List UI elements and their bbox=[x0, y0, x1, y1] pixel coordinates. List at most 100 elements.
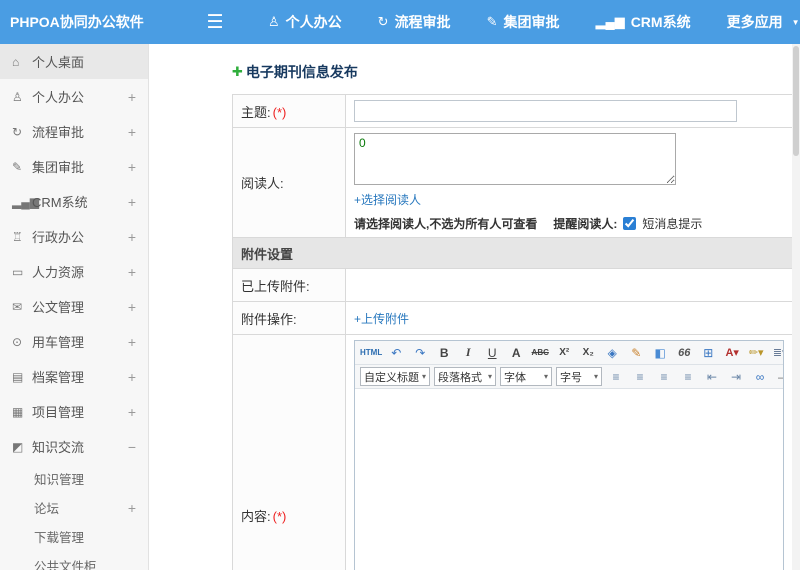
archive-icon: ▤ bbox=[12, 369, 24, 384]
remove-format-button[interactable]: ◈ bbox=[601, 342, 623, 364]
undo-button[interactable]: ↶ bbox=[385, 342, 407, 364]
sidebar-item-project-mgmt[interactable]: ▦ 项目管理 + bbox=[0, 394, 148, 429]
sidebar-item-label: 知识交流 bbox=[32, 440, 85, 455]
sidebar-item-process-approval[interactable]: ↻ 流程审批 + bbox=[0, 114, 148, 149]
required-mark: (*) bbox=[272, 508, 287, 524]
sidebar-item-knowledge-mgmt[interactable]: 知识管理 bbox=[0, 464, 148, 493]
chevron-down-icon: ▾ bbox=[487, 372, 492, 381]
sms-checkbox[interactable] bbox=[623, 217, 637, 230]
menu-toggle-icon[interactable]: ☰ bbox=[200, 11, 230, 34]
outdent-button[interactable]: ⇤ bbox=[701, 366, 723, 388]
redo-button[interactable]: ↷ bbox=[409, 342, 431, 364]
chat-icon: ◩ bbox=[12, 439, 24, 454]
expand-icon[interactable]: + bbox=[128, 264, 136, 280]
unordered-list-button[interactable]: ≣▾ bbox=[769, 342, 783, 364]
nav-process-approval[interactable]: ↻ 流程审批 bbox=[378, 12, 451, 32]
fill-color-button[interactable]: ◧ bbox=[649, 342, 671, 364]
attachment-section-header: 附件设置 bbox=[232, 237, 793, 269]
select-label: 字号 bbox=[560, 371, 582, 384]
sidebar-item-public-file-cabinet[interactable]: 公共文件柜 bbox=[0, 551, 148, 570]
publish-form: 主题: (*) 阅读人: 0 +选择阅读人 请选择阅读人,不选为所有人可查看 提醒… bbox=[232, 94, 793, 570]
readers-textarea[interactable]: 0 bbox=[354, 133, 676, 185]
edit-icon: ✎ bbox=[12, 159, 23, 174]
italic-button[interactable]: I bbox=[457, 342, 479, 364]
sidebar-item-label: 人力资源 bbox=[32, 265, 85, 280]
sidebar-item-label: 流程审批 bbox=[32, 125, 85, 140]
font-select[interactable]: 字体 ▾ bbox=[500, 367, 552, 386]
collapse-icon[interactable]: − bbox=[128, 439, 136, 455]
heading-select[interactable]: 自定义标题 ▾ bbox=[360, 367, 430, 386]
size-select[interactable]: 字号 ▾ bbox=[556, 367, 602, 386]
table-button[interactable]: ⊞ bbox=[697, 342, 719, 364]
sidebar-item-crm[interactable]: ▂▄▆ CRM系统 + bbox=[0, 184, 148, 219]
top-header: PHPOA协同办公软件 ☰ ♙ 个人办公 ↻ 流程审批 ✎ 集团审批 ▂▄▆ C… bbox=[0, 0, 800, 44]
sidebar-item-knowledge-exchange[interactable]: ◩ 知识交流 − bbox=[0, 429, 148, 464]
subject-label-cell: 主题: (*) bbox=[232, 94, 346, 128]
font-color-button[interactable]: A▾ bbox=[721, 342, 743, 364]
highlight-button[interactable]: ✏▾ bbox=[745, 342, 767, 364]
align-justify-button[interactable]: ≡ bbox=[677, 366, 699, 388]
expand-icon[interactable]: + bbox=[128, 89, 136, 105]
bar-chart-icon: ▂▄▆ bbox=[595, 14, 625, 29]
nav-personal-office[interactable]: ♙ 个人办公 bbox=[268, 12, 342, 32]
select-readers-link[interactable]: +选择阅读人 bbox=[354, 191, 421, 208]
expand-icon[interactable]: + bbox=[128, 369, 136, 385]
sidebar-item-download-mgmt[interactable]: 下载管理 bbox=[0, 522, 148, 551]
sidebar-item-forum[interactable]: 论坛 + bbox=[0, 493, 148, 522]
link-button[interactable]: ∞ bbox=[749, 366, 771, 388]
underline-button[interactable]: U bbox=[481, 342, 503, 364]
sidebar-item-hr[interactable]: ▭ 人力资源 + bbox=[0, 254, 148, 289]
chevron-down-icon: ▼ bbox=[791, 17, 800, 27]
refresh-icon: ↻ bbox=[377, 14, 389, 29]
blockquote-button[interactable]: 66 bbox=[673, 342, 695, 364]
chevron-down-icon: ▾ bbox=[593, 372, 598, 381]
readers-hint-line: 请选择阅读人,不选为所有人可查看 提醒阅读人: 短消息提示 bbox=[354, 215, 784, 232]
subscript-button[interactable]: X₂ bbox=[577, 342, 599, 364]
expand-icon[interactable]: + bbox=[128, 334, 136, 350]
align-left-button[interactable]: ≡ bbox=[605, 366, 627, 388]
editor-content-area[interactable] bbox=[355, 389, 783, 570]
align-center-button[interactable]: ≡ bbox=[629, 366, 651, 388]
sidebar-item-personal-office[interactable]: ♙ 个人办公 + bbox=[0, 79, 148, 114]
source-button[interactable]: HTML bbox=[359, 342, 383, 364]
upload-attachment-link[interactable]: +上传附件 bbox=[354, 312, 409, 326]
align-right-button[interactable]: ≡ bbox=[653, 366, 675, 388]
subject-label: 主题: bbox=[241, 104, 271, 120]
expand-icon[interactable]: + bbox=[128, 124, 136, 140]
rich-text-editor: HTML ↶ ↷ B I U A ABC X² X₂ ◈ ✎ ◧ 66 ⊞ A▾… bbox=[354, 340, 784, 570]
expand-icon[interactable]: + bbox=[128, 299, 136, 315]
select-label: 字体 bbox=[504, 371, 526, 384]
format-painter-button[interactable]: ✎ bbox=[625, 342, 647, 364]
sidebar: ⌂ 个人桌面 ♙ 个人办公 + ↻ 流程审批 + ✎ 集团审批 + ▂▄▆ CR… bbox=[0, 44, 149, 570]
expand-icon[interactable]: + bbox=[128, 500, 136, 516]
paragraph-select[interactable]: 段落格式 ▾ bbox=[434, 367, 496, 386]
sidebar-item-vehicle-mgmt[interactable]: ⊙ 用车管理 + bbox=[0, 324, 148, 359]
edit-icon: ✎ bbox=[486, 14, 498, 29]
expand-icon[interactable]: + bbox=[128, 194, 136, 210]
uploaded-label: 已上传附件: bbox=[232, 268, 346, 302]
superscript-button[interactable]: X² bbox=[553, 342, 575, 364]
scrollbar-thumb[interactable] bbox=[793, 46, 799, 156]
strikethrough-button[interactable]: ABC bbox=[529, 342, 551, 364]
sidebar-item-group-approval[interactable]: ✎ 集团审批 + bbox=[0, 149, 148, 184]
page-scrollbar[interactable] bbox=[792, 44, 800, 570]
indent-button[interactable]: ⇥ bbox=[725, 366, 747, 388]
nav-group-approval[interactable]: ✎ 集团审批 bbox=[487, 12, 560, 32]
expand-icon[interactable]: + bbox=[128, 159, 136, 175]
sidebar-item-archive-mgmt[interactable]: ▤ 档案管理 + bbox=[0, 359, 148, 394]
bold-button[interactable]: B bbox=[433, 342, 455, 364]
font-button[interactable]: A bbox=[505, 342, 527, 364]
sidebar-item-personal-desktop[interactable]: ⌂ 个人桌面 bbox=[0, 44, 148, 79]
nav-crm[interactable]: ▂▄▆ CRM系统 bbox=[595, 12, 690, 32]
uploaded-list bbox=[345, 268, 793, 302]
sidebar-item-admin-office[interactable]: ♖ 行政办公 + bbox=[0, 219, 148, 254]
nav-label: 流程审批 bbox=[394, 14, 451, 30]
expand-icon[interactable]: + bbox=[128, 404, 136, 420]
sidebar-item-label: 项目管理 bbox=[32, 405, 85, 420]
expand-icon[interactable]: + bbox=[128, 229, 136, 245]
sidebar-item-document-mgmt[interactable]: ✉ 公文管理 + bbox=[0, 289, 148, 324]
subject-input[interactable] bbox=[354, 100, 737, 122]
nav-more-apps[interactable]: 更多应用 ▼ bbox=[727, 12, 800, 32]
nav-label: CRM系统 bbox=[630, 14, 691, 30]
horizontal-rule-button[interactable]: ― bbox=[773, 366, 783, 388]
